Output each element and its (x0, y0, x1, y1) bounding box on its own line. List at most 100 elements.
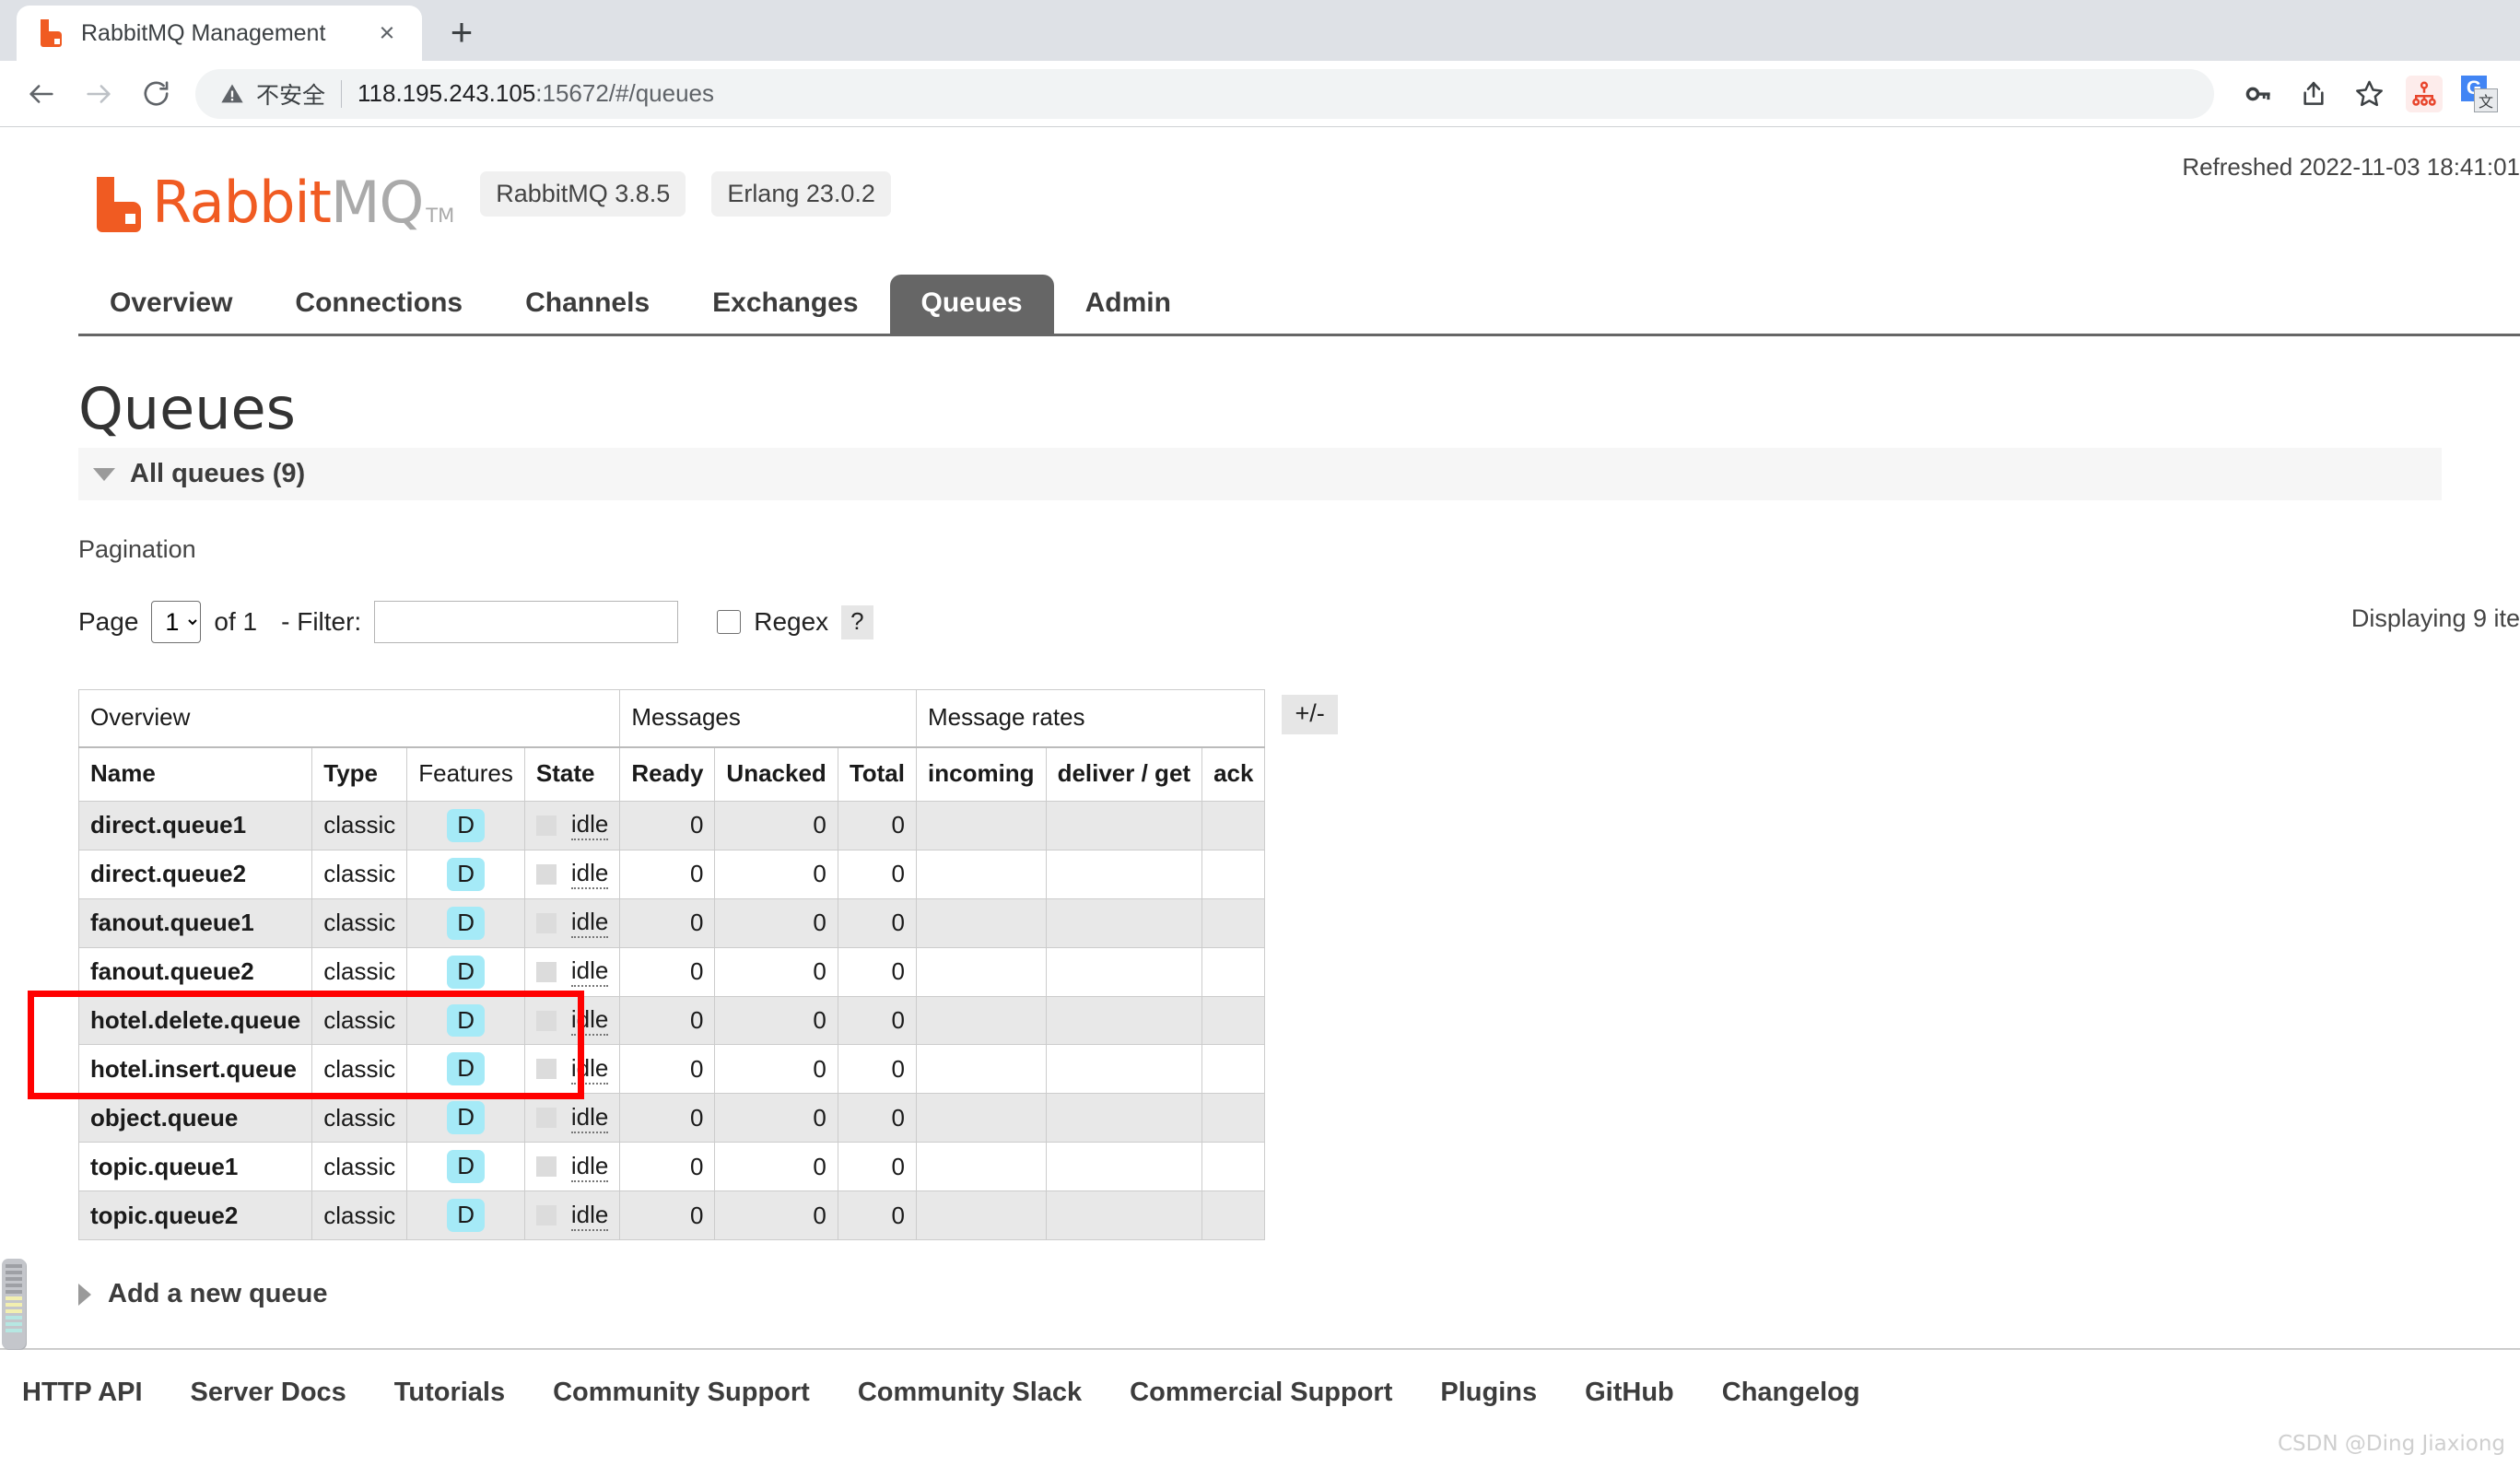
column-header-type[interactable]: Type (311, 746, 408, 802)
ack-rate-cell (1201, 1044, 1266, 1095)
google-translate-icon[interactable]: G 文 (2454, 68, 2505, 120)
tab-exchanges[interactable]: Exchanges (681, 275, 889, 334)
state-label: idle (570, 908, 609, 939)
browser-tab[interactable]: RabbitMQ Management × (17, 6, 422, 61)
footer-link-server-docs[interactable]: Server Docs (191, 1378, 346, 1408)
column-header-total[interactable]: Total (837, 746, 918, 802)
column-header-name[interactable]: Name (77, 746, 313, 802)
column-header-unacked[interactable]: Unacked (714, 746, 838, 802)
durable-badge: D (447, 1199, 485, 1233)
queue-features-cell: D (406, 1142, 525, 1192)
queue-state-cell: idle (523, 995, 621, 1046)
state-indicator-icon (535, 1010, 557, 1031)
deliver-get-rate-cell (1045, 946, 1203, 997)
tab-title: RabbitMQ Management (81, 19, 326, 46)
unacked-count-cell: 0 (714, 849, 838, 899)
queue-name-cell[interactable]: fanout.queue1 (77, 897, 313, 948)
queue-features-cell: D (406, 1093, 525, 1143)
table-row[interactable]: topic.queue1 classic Didle 0 0 0 (77, 1142, 1266, 1192)
column-header-deliver-get[interactable]: deliver / get (1045, 746, 1203, 802)
footer-link-changelog[interactable]: Changelog (1722, 1378, 1860, 1408)
column-header-ack[interactable]: ack (1201, 746, 1266, 802)
ready-count-cell: 0 (619, 1093, 716, 1143)
ack-rate-cell (1201, 897, 1266, 948)
footer-link-tutorials[interactable]: Tutorials (394, 1378, 505, 1408)
table-row[interactable]: fanout.queue1 classic Didle 0 0 0 (77, 897, 1266, 948)
sitemap-extension-icon[interactable] (2398, 68, 2450, 120)
address-bar[interactable]: 不安全 118.195.243.105:15672/#/queues (195, 68, 2214, 119)
add-queue-section[interactable]: Add a new queue (78, 1279, 2442, 1309)
refreshed-timestamp: Refreshed 2022-11-03 18:41:01 (2182, 153, 2520, 181)
queue-name-cell[interactable]: topic.queue2 (77, 1190, 313, 1241)
ready-count-cell: 0 (619, 897, 716, 948)
reload-icon[interactable] (127, 65, 184, 123)
filter-input[interactable] (374, 601, 679, 643)
omnibox-divider (341, 79, 343, 108)
ack-rate-cell (1201, 1190, 1266, 1241)
regex-checkbox[interactable] (717, 610, 742, 634)
page-select[interactable]: 1 (151, 601, 202, 643)
queue-name-cell[interactable]: direct.queue1 (77, 801, 313, 850)
browser-chrome: RabbitMQ Management × + 不安全 118.195.243.… (0, 0, 2520, 127)
table-row[interactable]: hotel.delete.queue classic Didle 0 0 0 (77, 995, 1266, 1046)
star-icon[interactable] (2343, 68, 2395, 120)
table-row[interactable]: fanout.queue2 classic Didle 0 0 0 (77, 946, 1266, 997)
table-row[interactable]: object.queue classic Didle 0 0 0 (77, 1093, 1266, 1143)
column-header-ready[interactable]: Ready (619, 746, 716, 802)
queues-table: Overview Messages Message rates Name Typ… (77, 689, 1266, 1241)
tab-queues[interactable]: Queues (889, 275, 1054, 334)
main-navigation: Overview Connections Channels Exchanges … (78, 275, 2520, 336)
browser-toolbar: 不安全 118.195.243.105:15672/#/queues G 文 (0, 61, 2520, 127)
footer-link-github[interactable]: GitHub (1585, 1378, 1674, 1408)
logo-text-rabbit: Rabbit (152, 169, 332, 236)
chevron-down-icon[interactable] (93, 467, 115, 481)
key-icon[interactable] (2233, 68, 2284, 120)
regex-help-icon[interactable]: ? (841, 604, 873, 639)
close-tab-icon[interactable]: × (369, 15, 405, 52)
tab-overview[interactable]: Overview (78, 275, 264, 334)
footer-link-commercial-support[interactable]: Commercial Support (1130, 1378, 1392, 1408)
ack-rate-cell (1201, 946, 1266, 997)
table-row[interactable]: direct.queue2 classic Didle 0 0 0 (77, 849, 1266, 899)
queue-name-cell[interactable]: fanout.queue2 (77, 946, 313, 997)
state-indicator-icon (535, 815, 557, 836)
table-row[interactable]: direct.queue1 classic Didle 0 0 0 (77, 801, 1266, 850)
rabbitmq-logo[interactable]: Rabbit MQ TM (97, 169, 454, 236)
group-header-overview: Overview (77, 689, 621, 748)
total-count-cell: 0 (837, 1093, 918, 1143)
queue-name-cell[interactable]: hotel.delete.queue (77, 995, 313, 1046)
ready-count-cell: 0 (619, 995, 716, 1046)
chevron-right-icon[interactable] (78, 1283, 91, 1306)
left-scroll-widget[interactable] (2, 1259, 26, 1349)
table-row[interactable]: topic.queue2 classic Didle 0 0 0 (77, 1190, 1266, 1241)
footer-links: HTTP API Server Docs Tutorials Community Su… (0, 1350, 2520, 1408)
total-count-cell: 0 (837, 801, 918, 850)
queue-features-cell: D (406, 897, 525, 948)
tab-channels[interactable]: Channels (494, 275, 681, 334)
toggle-columns-button[interactable]: +/- (1282, 695, 1338, 734)
all-queues-section-header[interactable]: All queues (9) (78, 448, 2442, 500)
queue-name-cell[interactable]: hotel.insert.queue (77, 1044, 313, 1095)
footer-link-plugins[interactable]: Plugins (1440, 1378, 1537, 1408)
footer-link-http-api[interactable]: HTTP API (22, 1378, 143, 1408)
durable-badge: D (447, 857, 485, 891)
new-tab-button[interactable]: + (435, 6, 488, 59)
total-count-cell: 0 (837, 1044, 918, 1095)
footer-link-community-slack[interactable]: Community Slack (858, 1378, 1082, 1408)
queue-name-cell[interactable]: topic.queue1 (77, 1142, 313, 1192)
share-icon[interactable] (2288, 68, 2339, 120)
footer-link-community-support[interactable]: Community Support (553, 1378, 810, 1408)
back-arrow-icon[interactable] (13, 65, 70, 123)
tab-connections[interactable]: Connections (264, 275, 494, 334)
queue-name-cell[interactable]: object.queue (77, 1093, 313, 1143)
incoming-rate-cell (916, 1093, 1047, 1143)
state-label: idle (570, 1103, 609, 1133)
column-header-incoming[interactable]: incoming (916, 746, 1047, 802)
column-header-state[interactable]: State (523, 746, 621, 802)
state-indicator-icon (535, 1156, 557, 1178)
queue-name-cell[interactable]: direct.queue2 (77, 849, 313, 899)
incoming-rate-cell (916, 1142, 1047, 1192)
table-row[interactable]: hotel.insert.queue classic Didle 0 0 0 (77, 1044, 1266, 1095)
state-indicator-icon (535, 1059, 557, 1080)
tab-admin[interactable]: Admin (1054, 275, 1202, 334)
